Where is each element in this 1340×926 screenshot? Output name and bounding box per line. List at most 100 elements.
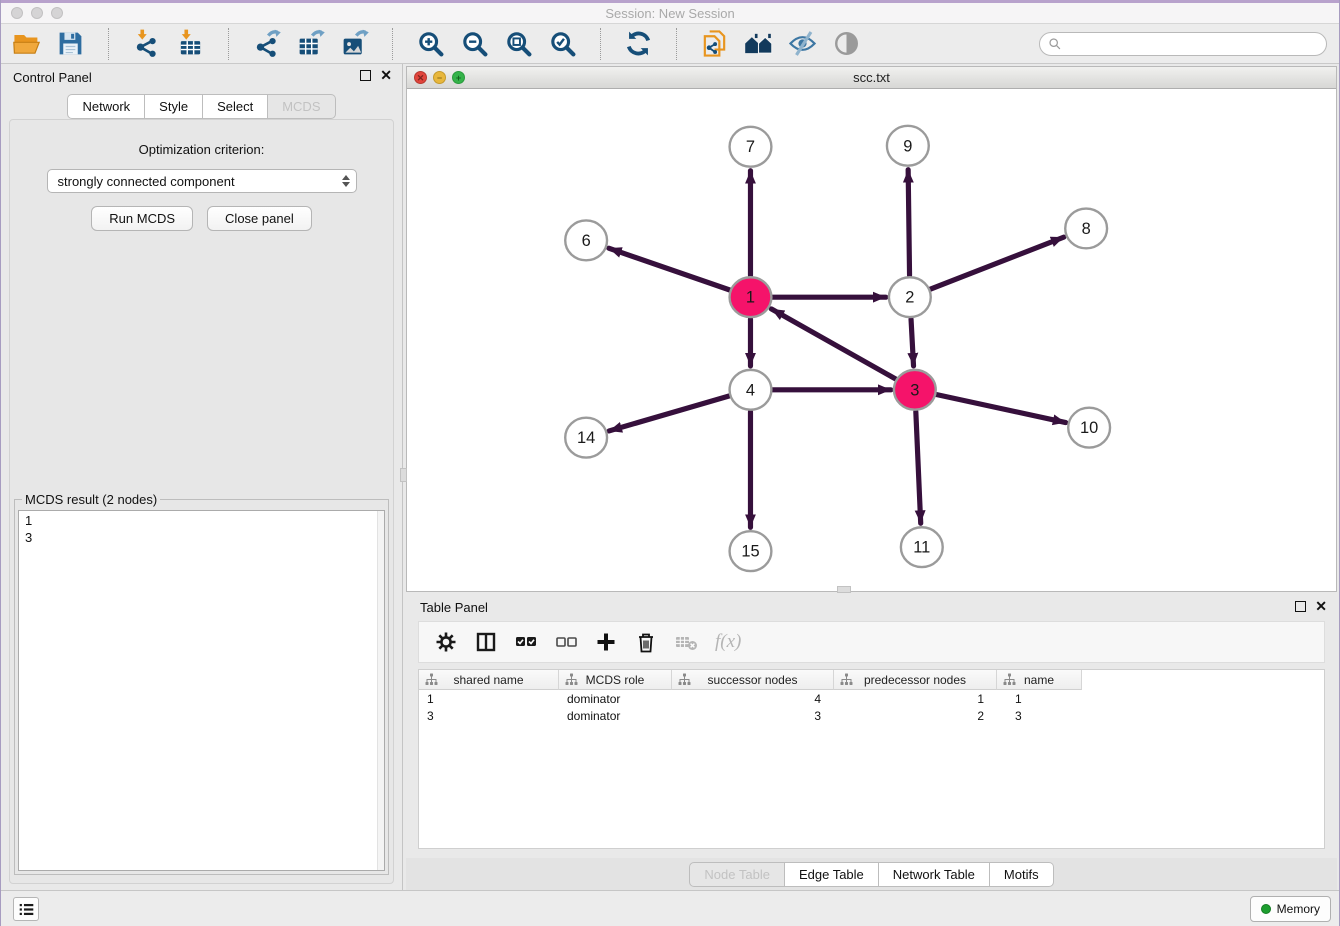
- save-session-button[interactable]: [55, 28, 86, 59]
- network-graph[interactable]: 7 9 6 8 1 2 4 3 14 10 15 11: [407, 89, 1336, 591]
- search-box[interactable]: [1039, 32, 1327, 56]
- tab-style[interactable]: Style: [145, 94, 203, 119]
- main-titlebar: Session: New Session: [1, 3, 1339, 24]
- export-image-button[interactable]: [339, 28, 370, 59]
- graph-node-7[interactable]: 7: [730, 127, 772, 167]
- tab-edge-table[interactable]: Edge Table: [785, 862, 879, 887]
- column-header-name[interactable]: name: [997, 670, 1082, 690]
- run-mcds-button[interactable]: Run MCDS: [91, 206, 193, 231]
- graph-node-4[interactable]: 4: [730, 370, 772, 410]
- graph-edge-2-3[interactable]: [911, 319, 913, 366]
- network-from-selection-button[interactable]: [699, 28, 730, 59]
- toolbar-separator: [108, 28, 109, 60]
- graph-node-2[interactable]: 2: [889, 277, 931, 317]
- tab-network[interactable]: Network: [67, 94, 145, 119]
- graph-node-10[interactable]: 10: [1068, 408, 1110, 448]
- open-file-button[interactable]: [11, 28, 42, 59]
- cell-predecessor-nodes: 2: [834, 709, 997, 723]
- zoom-fit-button[interactable]: [503, 28, 534, 59]
- column-header-successor-nodes[interactable]: successor nodes: [672, 670, 834, 690]
- table-toolbar: f(x): [418, 621, 1325, 663]
- graph-node-3[interactable]: 3: [894, 370, 936, 410]
- graph-edge-3-10[interactable]: [936, 394, 1065, 422]
- zoom-selected-button[interactable]: [547, 28, 578, 59]
- search-icon: [1048, 37, 1062, 51]
- graph-edge-3-11[interactable]: [916, 412, 921, 524]
- network-view-window: ✕ − + scc.txt 7 9 6 8 1 2 4 3 14 10 15 11: [406, 66, 1337, 592]
- deselect-all-rows-button[interactable]: [555, 631, 577, 653]
- graph-edge-4-14[interactable]: [609, 396, 729, 431]
- float-table-panel-icon[interactable]: [1295, 601, 1306, 612]
- mcds-result-line: 1: [25, 512, 378, 529]
- close-panel-button[interactable]: Close panel: [207, 206, 312, 231]
- task-history-button[interactable]: [13, 897, 39, 921]
- mcds-result-area[interactable]: 13: [18, 510, 385, 871]
- column-header-mcds-role[interactable]: MCDS role: [559, 670, 672, 690]
- tab-select[interactable]: Select: [203, 94, 268, 119]
- graph-edge-1-6[interactable]: [609, 248, 730, 290]
- table-row[interactable]: 3dominator323: [419, 707, 1324, 724]
- result-scrollbar[interactable]: [377, 511, 384, 870]
- column-header-predecessor-nodes[interactable]: predecessor nodes: [834, 670, 997, 690]
- delete-table-button: [675, 631, 697, 653]
- delete-row-icon: [635, 631, 657, 653]
- graph-node-14[interactable]: 14: [565, 418, 607, 458]
- cell-successor-nodes: 3: [672, 709, 834, 723]
- zoom-out-button[interactable]: [459, 28, 490, 59]
- network-view-titlebar[interactable]: ✕ − + scc.txt: [407, 67, 1336, 89]
- show-hidden-icon: [832, 29, 861, 58]
- network-canvas[interactable]: 7 9 6 8 1 2 4 3 14 10 15 11: [407, 89, 1336, 591]
- graph-edge-3-1[interactable]: [771, 309, 895, 379]
- control-panel-tabs: NetworkStyleSelectMCDS: [1, 94, 402, 119]
- graph-node-15[interactable]: 15: [730, 531, 772, 571]
- delete-row-button[interactable]: [635, 631, 657, 653]
- tab-node-table[interactable]: Node Table: [689, 862, 785, 887]
- graph-node-8[interactable]: 8: [1065, 209, 1107, 249]
- tab-motifs[interactable]: Motifs: [990, 862, 1054, 887]
- tab-mcds[interactable]: MCDS: [268, 94, 335, 119]
- split-handle-horizontal[interactable]: [837, 586, 851, 593]
- memory-button[interactable]: Memory: [1250, 896, 1331, 922]
- table-row[interactable]: 1dominator411: [419, 690, 1324, 707]
- function-builder-icon: f(x): [715, 631, 741, 653]
- search-input[interactable]: [1066, 37, 1318, 52]
- table-panel: Table Panel ✕ f(x) shared nameMCDS roles…: [406, 595, 1337, 858]
- mcds-result-fieldset: MCDS result (2 nodes) 13: [14, 492, 389, 875]
- float-panel-icon[interactable]: [360, 70, 371, 81]
- first-neighbors-button[interactable]: [743, 28, 774, 59]
- column-header-shared-name[interactable]: shared name: [419, 670, 559, 690]
- table-settings-gear-icon: [435, 631, 457, 653]
- graph-node-label: 6: [582, 232, 591, 250]
- column-view-button[interactable]: [475, 631, 497, 653]
- import-table-button[interactable]: [175, 28, 206, 59]
- hide-selected-button[interactable]: [787, 28, 818, 59]
- table-settings-gear-button[interactable]: [435, 631, 457, 653]
- export-table-button[interactable]: [295, 28, 326, 59]
- export-network-button[interactable]: [251, 28, 282, 59]
- tab-network-table[interactable]: Network Table: [879, 862, 990, 887]
- graph-node-9[interactable]: 9: [887, 126, 929, 166]
- graph-node-6[interactable]: 6: [565, 220, 607, 260]
- close-table-panel-icon[interactable]: ✕: [1315, 601, 1327, 612]
- graph-node-1[interactable]: 1: [730, 277, 772, 317]
- hide-selected-icon: [788, 29, 817, 58]
- graph-node-label: 3: [910, 381, 919, 399]
- graph-node-11[interactable]: 11: [901, 527, 943, 567]
- node-table: shared nameMCDS rolesuccessor nodesprede…: [418, 669, 1325, 849]
- import-network-button[interactable]: [131, 28, 162, 59]
- sort-hierarchy-icon: [425, 673, 438, 686]
- select-all-rows-button[interactable]: [515, 631, 537, 653]
- add-row-button[interactable]: [595, 631, 617, 653]
- refresh-layout-button[interactable]: [623, 28, 654, 59]
- zoom-in-button[interactable]: [415, 28, 446, 59]
- cell-mcds-role: dominator: [559, 692, 672, 706]
- deselect-all-rows-icon: [555, 631, 577, 653]
- zoom-selected-icon: [548, 29, 577, 58]
- graph-edge-2-8[interactable]: [930, 237, 1064, 289]
- graph-node-label: 14: [577, 429, 595, 447]
- show-hidden-button[interactable]: [831, 28, 862, 59]
- optimization-select[interactable]: strongly connected component: [47, 169, 357, 193]
- graph-edge-2-9[interactable]: [908, 170, 909, 276]
- split-handle-vertical[interactable]: [400, 468, 407, 482]
- close-panel-icon[interactable]: ✕: [380, 70, 392, 81]
